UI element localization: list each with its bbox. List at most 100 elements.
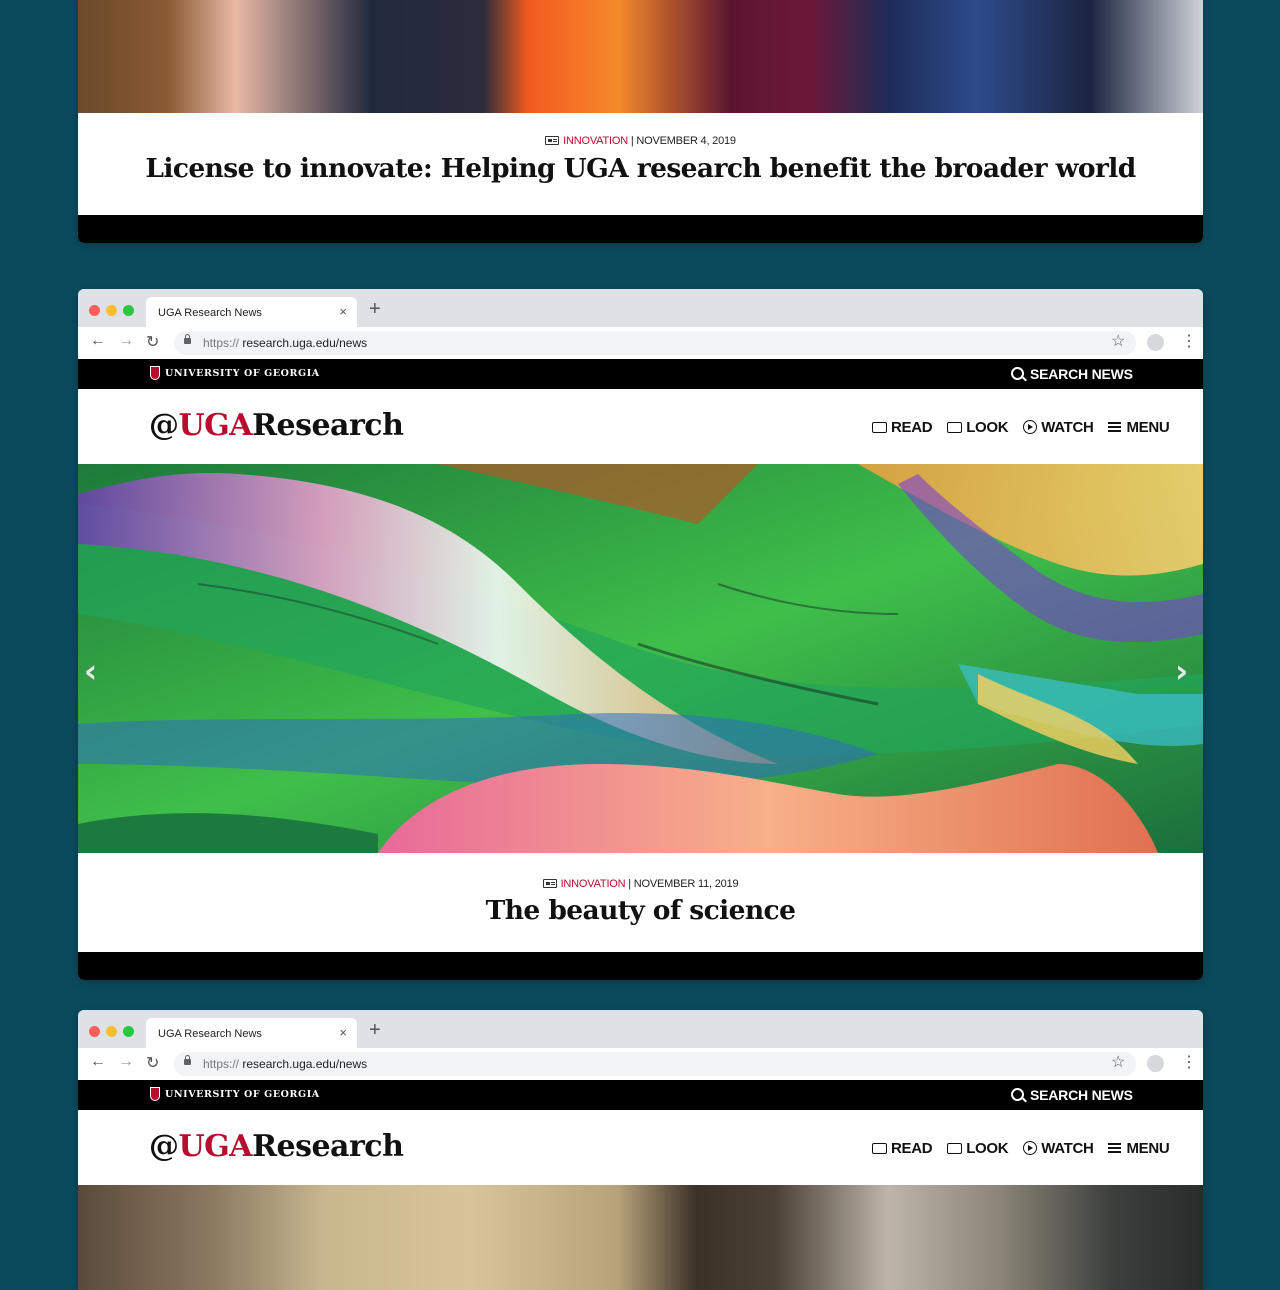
lab-photo[interactable]	[78, 1185, 1203, 1290]
site-logo[interactable]: @UGAResearch	[149, 1129, 404, 1164]
footer-bar	[78, 215, 1203, 243]
url-host: research.uga.edu/news	[242, 1057, 368, 1071]
url-text: https:// research.uga.edu/news	[203, 1057, 367, 1071]
search-news-button[interactable]: SEARCH NEWS	[1011, 366, 1133, 382]
profile-avatar[interactable]	[1147, 1055, 1164, 1072]
url-protocol: https://	[203, 1057, 240, 1071]
university-bar: UNIVERSITY OF GEORGIA SEARCH NEWS	[78, 359, 1203, 389]
main-nav: READ LOOK WATCH MENU	[872, 419, 1180, 436]
story-headline[interactable]: The beauty of science	[78, 895, 1203, 926]
maximize-window-button[interactable]	[123, 1026, 134, 1037]
nav-watch[interactable]: WATCH	[1023, 419, 1094, 436]
story-meta: INNOVATION | NOVEMBER 11, 2019	[78, 878, 1203, 890]
new-tab-button[interactable]: +	[369, 298, 381, 321]
nav-menu[interactable]: MENU	[1108, 1140, 1170, 1157]
nav-look[interactable]: LOOK	[947, 1140, 1009, 1157]
back-icon[interactable]: ←	[90, 1053, 106, 1071]
back-icon[interactable]: ←	[90, 332, 106, 350]
tab-title: UGA Research News	[158, 307, 262, 319]
slider-prev-icon[interactable]: ‹	[84, 652, 97, 690]
category-link[interactable]: INNOVATION	[563, 135, 628, 147]
address-bar[interactable]: https:// research.uga.edu/news	[174, 1052, 1136, 1076]
hamburger-icon	[1108, 1147, 1122, 1149]
university-bar: UNIVERSITY OF GEORGIA SEARCH NEWS	[78, 1080, 1203, 1110]
browser-tab[interactable]: UGA Research News ×	[146, 1018, 357, 1048]
address-bar[interactable]: https:// research.uga.edu/news	[174, 331, 1136, 355]
nav-menu-label: MENU	[1126, 419, 1170, 436]
browser-window-2: UGA Research News × + ← → ↻ https:// res…	[78, 289, 1203, 980]
footer-bar	[78, 952, 1203, 980]
image-icon	[542, 879, 557, 888]
tab-close-icon[interactable]: ×	[339, 1025, 347, 1040]
search-icon	[1011, 1088, 1024, 1101]
site-header: @UGAResearch READ LOOK WATCH MENU	[78, 1110, 1203, 1185]
story-headline[interactable]: License to innovate: Helping UGA researc…	[78, 153, 1203, 184]
nav-menu[interactable]: MENU	[1108, 419, 1170, 436]
nav-watch[interactable]: WATCH	[1023, 1140, 1094, 1157]
close-window-button[interactable]	[89, 305, 100, 316]
bookmark-star-icon[interactable]: ☆	[1111, 331, 1125, 351]
main-nav: READ LOOK WATCH MENU	[872, 1140, 1180, 1157]
reload-icon[interactable]: ↻	[146, 332, 159, 352]
search-icon	[1011, 367, 1024, 380]
tab-title: UGA Research News	[158, 1028, 262, 1040]
logo-research: Research	[252, 408, 404, 443]
search-news-label: SEARCH NEWS	[1030, 1087, 1133, 1103]
nav-read[interactable]: READ	[872, 1140, 933, 1157]
maximize-window-button[interactable]	[123, 305, 134, 316]
window-controls	[89, 1024, 140, 1042]
university-link[interactable]: UNIVERSITY OF GEORGIA	[165, 368, 320, 379]
bookmark-star-icon[interactable]: ☆	[1111, 1052, 1125, 1072]
minimize-window-button[interactable]	[106, 305, 117, 316]
story-date: | NOVEMBER 4, 2019	[630, 135, 736, 147]
tab-close-icon[interactable]: ×	[339, 304, 347, 319]
browser-chrome: UGA Research News × + ← → ↻ https:// res…	[78, 289, 1203, 359]
profile-avatar[interactable]	[1147, 334, 1164, 351]
browser-menu-icon[interactable]: ⋮	[1181, 1052, 1197, 1072]
nav-look-label: LOOK	[966, 419, 1009, 436]
logo-research: Research	[252, 1129, 404, 1164]
slider-next-icon[interactable]: ›	[1175, 652, 1188, 690]
forward-icon[interactable]: →	[118, 1053, 134, 1071]
new-tab-button[interactable]: +	[369, 1019, 381, 1042]
browser-tab[interactable]: UGA Research News ×	[146, 297, 357, 327]
university-link[interactable]: UNIVERSITY OF GEORGIA	[165, 1089, 320, 1100]
category-link[interactable]: INNOVATION	[561, 878, 626, 890]
site-header: @UGAResearch READ LOOK WATCH MENU	[78, 389, 1203, 464]
hamburger-icon	[1108, 426, 1122, 428]
nav-look-label: LOOK	[966, 1140, 1009, 1157]
story-caption: INNOVATION | NOVEMBER 4, 2019 License to…	[78, 113, 1203, 215]
group-photo[interactable]	[78, 0, 1203, 113]
browser-menu-icon[interactable]: ⋮	[1181, 331, 1197, 351]
site-logo[interactable]: @UGAResearch	[149, 408, 404, 443]
forward-icon[interactable]: →	[118, 332, 134, 350]
browser-window-1: INNOVATION | NOVEMBER 4, 2019 License to…	[78, 0, 1203, 243]
read-icon	[545, 136, 560, 145]
story-date: | NOVEMBER 11, 2019	[628, 878, 739, 890]
newspaper-icon	[872, 422, 887, 433]
url-text: https:// research.uga.edu/news	[203, 336, 367, 350]
nav-read[interactable]: READ	[872, 419, 933, 436]
url-host: research.uga.edu/news	[242, 336, 368, 350]
play-icon	[1023, 1141, 1038, 1155]
close-window-button[interactable]	[89, 1026, 100, 1037]
search-news-label: SEARCH NEWS	[1030, 366, 1133, 382]
image-icon	[947, 422, 963, 433]
image-icon	[947, 1143, 963, 1154]
nav-read-label: READ	[891, 1140, 933, 1157]
browser-window-3: UGA Research News × + ← → ↻ https:// res…	[78, 1010, 1203, 1290]
hero-slider-image[interactable]: ‹ ›	[78, 464, 1203, 853]
newspaper-icon	[872, 1143, 887, 1154]
reload-icon[interactable]: ↻	[146, 1053, 159, 1073]
lock-icon	[184, 1055, 191, 1065]
uga-shield-icon	[150, 366, 160, 380]
nav-menu-label: MENU	[1126, 1140, 1170, 1157]
logo-at: @	[149, 1129, 179, 1164]
window-controls	[89, 303, 140, 321]
search-news-button[interactable]: SEARCH NEWS	[1011, 1087, 1133, 1103]
logo-uga: UGA	[178, 1129, 253, 1164]
browser-toolbar: ← → ↻ https:// research.uga.edu/news ☆ ⋮	[78, 327, 1203, 359]
story-caption: INNOVATION | NOVEMBER 11, 2019 The beaut…	[78, 853, 1203, 952]
nav-look[interactable]: LOOK	[947, 419, 1009, 436]
minimize-window-button[interactable]	[106, 1026, 117, 1037]
